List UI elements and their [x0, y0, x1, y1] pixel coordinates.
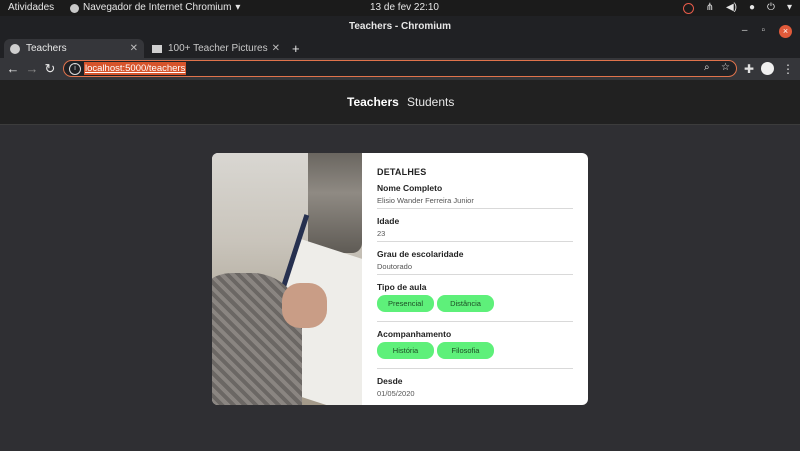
field-since: Desde 01/05/2020 — [377, 376, 573, 401]
power-icon: ⏻ — [767, 2, 775, 13]
chip-historia: História — [377, 342, 434, 359]
photo-hand — [282, 283, 327, 328]
tray-chevron-icon: ▾ — [786, 2, 792, 13]
network-icon: ⋔ — [705, 2, 714, 13]
field-label: Grau de escolaridade — [377, 249, 464, 259]
site-favicon-icon — [152, 44, 162, 53]
field-value: Doutorado — [377, 262, 413, 271]
field-subjects: Acompanhamento História Filosofia — [377, 329, 573, 369]
tab-strip: Teachers ✕ 100+ Teacher Pictures | Do ✕ … — [0, 38, 800, 58]
system-clock[interactable]: 13 de fev 22:10 — [370, 0, 439, 16]
browser-toolbar: ← → ↻ i localhost:5000/teachers ⌕ ☆ ✚ ⋮ — [0, 58, 800, 80]
url-text[interactable]: localhost:5000/teachers — [84, 62, 187, 75]
teacher-details: DETALHES Nome Completo Elisio Wander Fer… — [362, 153, 588, 405]
details-heading: DETALHES — [377, 167, 427, 177]
microphone-icon: ● — [749, 2, 756, 13]
volume-icon: ◀) — [725, 2, 737, 13]
address-bar[interactable]: i localhost:5000/teachers ⌕ ☆ — [63, 60, 737, 77]
close-window-icon[interactable]: × — [779, 24, 792, 38]
app-menu-label: Navegador de Internet Chromium — [83, 2, 232, 13]
extensions-icon[interactable]: ✚ — [744, 60, 754, 78]
close-tab-icon[interactable]: ✕ — [272, 43, 280, 54]
window-title-bar: Teachers - Chromium – ▫ × — [0, 16, 800, 38]
field-education: Grau de escolaridade Doutorado — [377, 249, 573, 275]
nav-link-students[interactable]: Students — [407, 95, 454, 109]
field-value: 01/05/2020 — [377, 389, 415, 398]
back-arrow-icon[interactable]: ← — [4, 60, 22, 78]
profile-avatar[interactable] — [761, 62, 774, 75]
tab-teachers[interactable]: Teachers ✕ — [4, 39, 144, 58]
site-header: Teachers Students — [0, 80, 800, 125]
reload-icon[interactable]: ↻ — [41, 60, 59, 78]
subject-chips: História Filosofia — [377, 342, 573, 365]
field-label: Desde — [377, 376, 403, 386]
field-value: Elisio Wander Ferreira Junior — [377, 196, 474, 205]
tab-label: 100+ Teacher Pictures | Do — [168, 43, 268, 54]
close-tab-icon[interactable]: ✕ — [130, 43, 138, 54]
teacher-photo — [212, 153, 362, 405]
activities-button[interactable]: Atividades — [8, 0, 54, 16]
system-tray[interactable]: ⋔ ◀) ● ⏻ ▾ — [682, 0, 792, 16]
field-value: 23 — [377, 229, 386, 238]
chip-distancia: Distância — [437, 295, 494, 312]
forward-arrow-icon[interactable]: → — [23, 60, 41, 78]
field-label: Nome Completo — [377, 183, 443, 193]
site-info-icon[interactable]: i — [69, 63, 81, 75]
system-top-bar: Atividades Navegador de Internet Chromiu… — [0, 0, 800, 16]
menu-kebab-icon[interactable]: ⋮ — [782, 60, 794, 78]
screen-record-icon[interactable] — [682, 2, 694, 14]
bookmark-star-icon[interactable]: ☆ — [721, 62, 730, 73]
app-menu[interactable]: Navegador de Internet Chromium ▾ — [70, 0, 240, 16]
zoom-search-icon[interactable]: ⌕ — [704, 62, 710, 73]
tab-teacher-pictures[interactable]: 100+ Teacher Pictures | Do ✕ — [146, 39, 286, 58]
chip-filosofia: Filosofia — [437, 342, 494, 359]
class-type-chips: Presencial Distância — [377, 295, 573, 318]
field-class-type: Tipo de aula Presencial Distância — [377, 282, 573, 322]
chromium-icon — [70, 3, 79, 13]
chip-presencial: Presencial — [377, 295, 434, 312]
teacher-card: DETALHES Nome Completo Elisio Wander Fer… — [212, 153, 588, 405]
field-label: Idade — [377, 216, 400, 226]
field-full-name: Nome Completo Elisio Wander Ferreira Jun… — [377, 183, 573, 209]
field-label: Tipo de aula — [377, 282, 427, 292]
nav-link-teachers[interactable]: Teachers — [347, 95, 399, 109]
window-title: Teachers - Chromium — [348, 21, 452, 32]
field-label: Acompanhamento — [377, 329, 452, 339]
tab-label: Teachers — [26, 43, 67, 54]
new-tab-button[interactable]: + — [292, 39, 300, 58]
field-age: Idade 23 — [377, 216, 573, 242]
chevron-down-icon: ▾ — [235, 2, 241, 13]
photo-cup — [308, 153, 362, 253]
globe-icon — [10, 43, 20, 54]
